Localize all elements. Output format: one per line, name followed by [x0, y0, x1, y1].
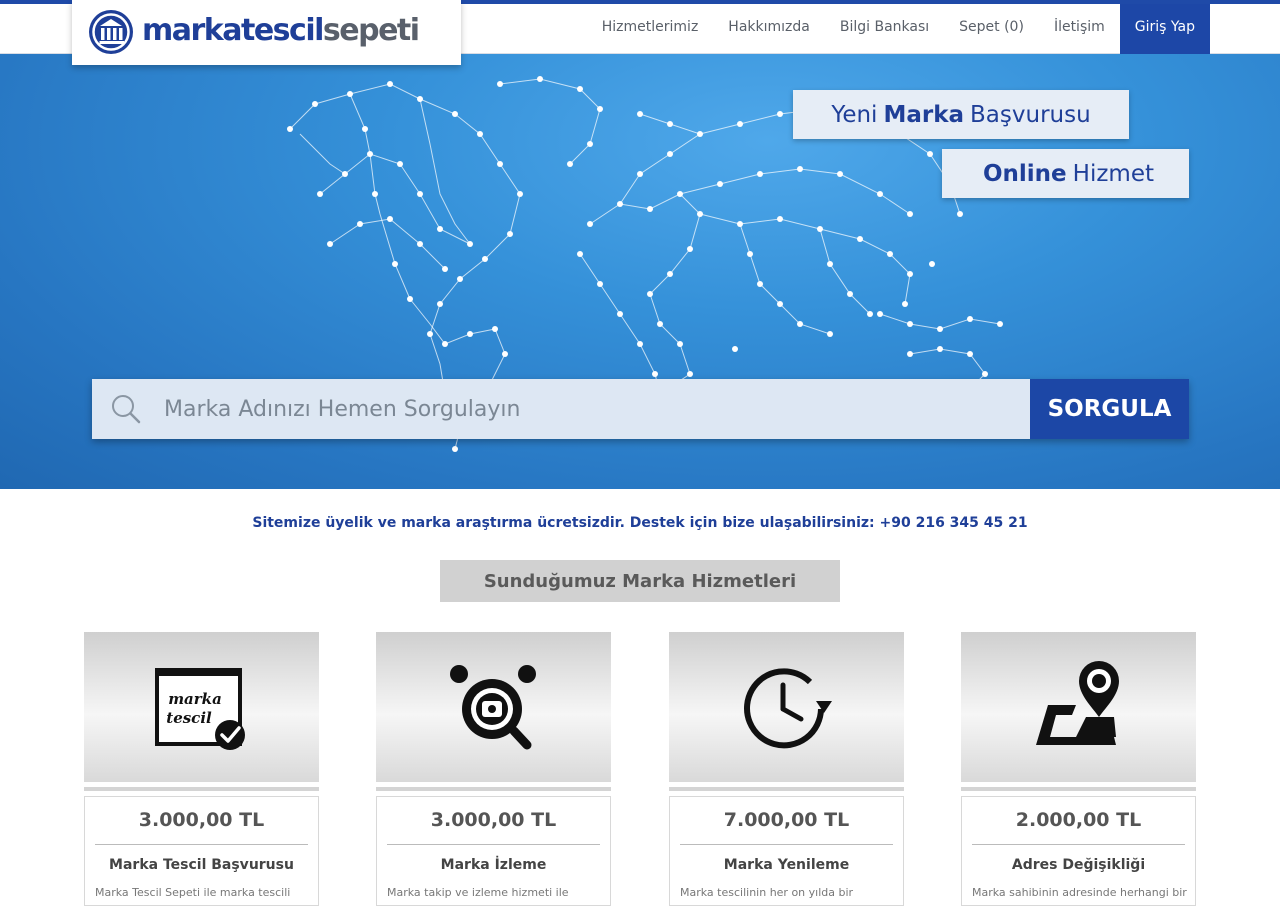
service-price: 3.000,00 TL [430, 809, 557, 831]
card-body: 3.000,00 TL Marka Tescil Başvurusu Marka… [84, 796, 319, 906]
price-divider [972, 844, 1185, 845]
nav-about[interactable]: Hakkımızda [713, 4, 825, 54]
service-card-address-change[interactable]: 2.000,00 TL Adres Değişikliği Marka sahi… [961, 632, 1196, 906]
card-separator [376, 787, 611, 791]
service-description: Marka tescilinin her on yılda bir [680, 886, 854, 899]
service-title[interactable]: Marka Yenileme [670, 857, 903, 873]
service-price: 7.000,00 TL [723, 809, 850, 831]
card-separator [669, 787, 904, 791]
brand-search-input[interactable] [162, 379, 1002, 439]
search-field [92, 379, 1030, 439]
hero-tag-new-application: Yeni Marka Başvurusu [793, 90, 1129, 139]
service-title[interactable]: Marka Tescil Başvurusu [85, 857, 318, 873]
site-logo[interactable]: markatescilsepeti [72, 0, 461, 65]
card-separator [84, 787, 319, 791]
brand-search-bar: SORGULA [92, 379, 1189, 439]
certificate-icon: marka tescil [155, 668, 245, 750]
renewal-clock-icon [744, 668, 832, 749]
card-body: 3.000,00 TL Marka İzleme Marka takip ve … [376, 796, 611, 906]
card-image-area [376, 632, 611, 782]
service-card-trademark-monitoring[interactable]: 3.000,00 TL Marka İzleme Marka takip ve … [376, 632, 611, 906]
service-description: Marka sahibinin adresinde herhangi bir [972, 886, 1187, 899]
login-button[interactable]: Giriş Yap [1119, 4, 1210, 54]
card-image-area: marka tescil [84, 632, 319, 782]
logo-wordmark: markatescilsepeti [142, 13, 420, 48]
card-image-area [961, 632, 1196, 782]
svg-text:marka: marka [168, 690, 222, 708]
location-pin-icon [1036, 661, 1119, 745]
service-description: Marka takip ve izleme hizmeti ile [387, 886, 569, 899]
card-body: 2.000,00 TL Adres Değişikliği Marka sahi… [961, 796, 1196, 906]
price-divider [95, 844, 308, 845]
service-title[interactable]: Marka İzleme [377, 857, 610, 873]
section-title: Sunduğumuz Marka Hizmetleri [440, 560, 840, 602]
logo-emblem-icon [89, 10, 133, 54]
card-body: 7.000,00 TL Marka Yenileme Marka tescili… [669, 796, 904, 906]
search-icon [112, 395, 141, 424]
service-title[interactable]: Adres Değişikliği [962, 857, 1195, 873]
service-price: 3.000,00 TL [138, 809, 265, 831]
card-image-area [669, 632, 904, 782]
service-card-trademark-registration[interactable]: marka tescil 3.000,00 TL Marka Tescil Ba… [84, 632, 319, 906]
nav-knowledge-base[interactable]: Bilgi Bankası [825, 4, 944, 54]
monitoring-icon [450, 665, 536, 750]
service-card-trademark-renewal[interactable]: 7.000,00 TL Marka Yenileme Marka tescili… [669, 632, 904, 906]
search-submit-button[interactable]: SORGULA [1030, 379, 1189, 439]
main-nav: Hizmetlerimiz Hakkımızda Bilgi Bankası S… [587, 4, 1210, 54]
service-description: Marka Tescil Sepeti ile marka tescili [95, 886, 291, 899]
nav-contact[interactable]: İletişim [1039, 4, 1120, 54]
hero-banner: YeniMarkaBaşvurusu OnlineHizmet SORGULA [0, 54, 1280, 489]
price-divider [680, 844, 893, 845]
svg-text:tescil: tescil [166, 709, 212, 727]
nav-cart[interactable]: Sepet (0) [944, 4, 1039, 54]
nav-services[interactable]: Hizmetlerimiz [587, 4, 714, 54]
service-price: 2.000,00 TL [1015, 809, 1142, 831]
info-text: Sitemize üyelik ve marka araştırma ücret… [252, 515, 1028, 531]
hero-tag-online-service: Online Hizmet [942, 149, 1189, 198]
card-separator [961, 787, 1196, 791]
price-divider [387, 844, 600, 845]
